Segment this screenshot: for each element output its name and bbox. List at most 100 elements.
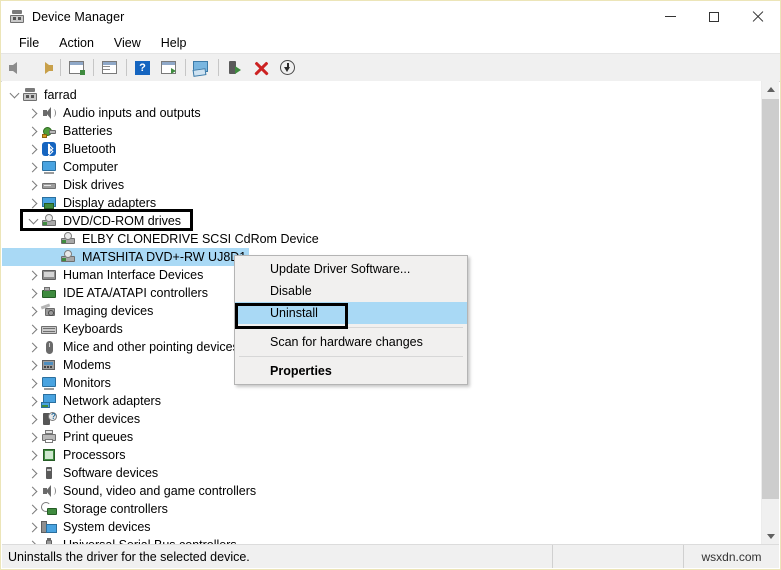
menu-file[interactable]: File: [9, 34, 49, 52]
chevron-right-icon[interactable]: [25, 410, 41, 428]
tree-row[interactable]: System devices: [2, 518, 761, 536]
chevron-right-icon[interactable]: [25, 302, 41, 320]
show-hide-console-tree-icon: [67, 59, 87, 77]
chevron-right-icon[interactable]: [25, 284, 41, 302]
chevron-right-icon[interactable]: [25, 158, 41, 176]
chevron-right-icon[interactable]: [25, 446, 41, 464]
forward-icon: [34, 59, 54, 77]
tree-row[interactable]: Print queues: [2, 428, 761, 446]
show-hide-action-pane-button[interactable]: [156, 56, 182, 80]
system-device-icon: [41, 519, 57, 535]
chevron-right-icon[interactable]: [25, 374, 41, 392]
software-device-icon: [41, 465, 57, 481]
computer-host-icon: [22, 87, 38, 103]
chevron-right-icon[interactable]: [25, 392, 41, 410]
chevron-down-icon[interactable]: [6, 86, 22, 104]
chevron-right-icon[interactable]: [25, 176, 41, 194]
hid-icon: [41, 267, 57, 283]
speaker-icon: [41, 483, 57, 499]
scrollbar-thumb[interactable]: [762, 99, 779, 499]
chevron-right-icon[interactable]: [25, 122, 41, 140]
chevron-glyph: [27, 360, 37, 370]
chevron-glyph: [27, 180, 37, 190]
help-icon: ?: [133, 59, 153, 77]
keyboard-icon: [41, 321, 57, 337]
tree-row-label: Keyboards: [63, 322, 123, 336]
monitor-icon: [41, 375, 57, 391]
chevron-glyph: [9, 88, 19, 99]
tree-row-label: Processors: [63, 448, 126, 462]
tree-row[interactable]: Display adapters: [2, 194, 761, 212]
properties-button[interactable]: [97, 56, 123, 80]
status-message: Uninstalls the driver for the selected d…: [8, 549, 250, 564]
minimize-button[interactable]: [648, 1, 692, 32]
menu-action[interactable]: Action: [49, 34, 104, 52]
back-button[interactable]: [5, 56, 31, 80]
chevron-right-icon[interactable]: [25, 104, 41, 122]
tree-root-row[interactable]: farrad: [2, 86, 761, 104]
context-menu-item-scan-for-hardware-changes[interactable]: Scan for hardware changes: [235, 331, 467, 353]
speaker-icon: [41, 105, 57, 121]
tree-row[interactable]: Software devices: [2, 464, 761, 482]
chevron-right-icon[interactable]: [25, 320, 41, 338]
disable-button[interactable]: [274, 56, 300, 80]
dvd-drive-icon: [60, 249, 76, 265]
chevron-right-icon[interactable]: [25, 266, 41, 284]
tree-row-label: Audio inputs and outputs: [63, 106, 201, 120]
tree-row[interactable]: Audio inputs and outputs: [2, 104, 761, 122]
scan-for-hardware-changes-button[interactable]: [189, 56, 215, 80]
tree-row[interactable]: Computer: [2, 158, 761, 176]
context-menu-item-properties[interactable]: Properties: [235, 360, 467, 382]
chevron-glyph: [27, 486, 37, 496]
disable-icon: [279, 60, 295, 75]
help-button[interactable]: ?: [130, 56, 156, 80]
tree-row[interactable]: MATSHITA DVD+-RW UJ8D1: [2, 248, 249, 266]
tree-row-label: Sound, video and game controllers: [63, 484, 257, 498]
toolbar: ?: [1, 53, 780, 82]
close-button[interactable]: [736, 1, 780, 32]
chevron-right-icon[interactable]: [25, 500, 41, 518]
context-menu-item-update-driver-software[interactable]: Update Driver Software...: [235, 258, 467, 280]
context-menu-item-disable[interactable]: Disable: [235, 280, 467, 302]
vertical-scrollbar[interactable]: [761, 81, 779, 545]
close-icon: [752, 11, 764, 23]
scroll-down-button[interactable]: [762, 528, 779, 545]
chevron-right-icon[interactable]: [25, 140, 41, 158]
forward-button[interactable]: [31, 56, 57, 80]
tree-row[interactable]: DVD/CD-ROM drives: [2, 212, 761, 230]
chevron-right-icon[interactable]: [25, 194, 41, 212]
device-manager-icon: [9, 9, 25, 25]
tree-row[interactable]: Network adapters: [2, 392, 761, 410]
tree-row-label: Print queues: [63, 430, 134, 444]
chevron-right-icon[interactable]: [25, 518, 41, 536]
scroll-up-button[interactable]: [762, 81, 779, 98]
menu-help[interactable]: Help: [151, 34, 197, 52]
tree-row[interactable]: Batteries: [2, 122, 761, 140]
tree-row[interactable]: Storage controllers: [2, 500, 761, 518]
chevron-glyph: [27, 270, 37, 280]
tree-row[interactable]: Sound, video and game controllers: [2, 482, 761, 500]
context-menu-item-uninstall[interactable]: Uninstall: [235, 302, 467, 324]
chevron-right-icon[interactable]: [25, 464, 41, 482]
chevron-right-icon[interactable]: [25, 356, 41, 374]
tree-row[interactable]: Processors: [2, 446, 761, 464]
device-manager-window: Device Manager File Action View Help ? f…: [0, 0, 781, 570]
chevron-glyph: [27, 522, 37, 532]
chevron-right-icon[interactable]: [25, 482, 41, 500]
tree-row[interactable]: Bluetooth: [2, 140, 761, 158]
show-hide-console-tree-button[interactable]: [64, 56, 90, 80]
maximize-button[interactable]: [692, 1, 736, 32]
chevron-right-icon[interactable]: [25, 338, 41, 356]
uninstall-button[interactable]: [248, 56, 274, 80]
chevron-down-icon[interactable]: [25, 212, 41, 230]
status-bar: Uninstalls the driver for the selected d…: [2, 544, 779, 568]
chevron-glyph: [27, 162, 37, 172]
update-driver-software-button[interactable]: [222, 56, 248, 80]
tree-row[interactable]: ? Other devices: [2, 410, 761, 428]
tree-row[interactable]: ELBY CLONEDRIVE SCSI CdRom Device: [2, 230, 761, 248]
menu-view[interactable]: View: [104, 34, 151, 52]
window-controls: [648, 1, 780, 32]
chevron-right-icon[interactable]: [25, 428, 41, 446]
tree-row[interactable]: Disk drives: [2, 176, 761, 194]
